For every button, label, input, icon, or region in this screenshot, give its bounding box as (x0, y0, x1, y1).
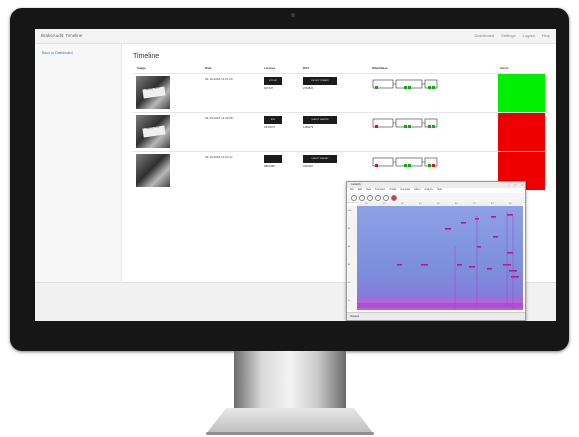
alert-label: Brakes Invalid (500, 115, 517, 118)
freq-label: 6k (348, 246, 351, 248)
license-text: DJT447 (264, 87, 274, 90)
status-bar: Stopped. (347, 312, 525, 320)
nav-logout[interactable]: Logout (523, 33, 535, 38)
status-text: Stopped. (350, 315, 360, 318)
table-row[interactable]: BRAKE AUDIT 04-10-2018 11:21:26 DJT 447 … (133, 73, 547, 112)
col-license: License (264, 66, 276, 70)
page-title: Timeline (133, 53, 160, 60)
freq-label: 4k (348, 264, 351, 266)
low-band-core (357, 303, 523, 308)
alert-label: Brakes Invalid (500, 154, 517, 157)
wheelbase-diagram (372, 118, 438, 128)
col-dot: DOT (303, 66, 310, 70)
col-image: Image (137, 66, 146, 70)
nav-help[interactable]: Help (542, 33, 550, 38)
spectrogram-plot[interactable] (357, 206, 523, 310)
ruler-label: 9.0 (509, 202, 512, 205)
truck-sign: BRAKE AUDIT (142, 125, 166, 138)
ruler-label: 7.0 (473, 202, 476, 205)
table-row[interactable]: BRAKE AUDIT 04-10-2018 11:22:58 KZV KZV3… (133, 112, 547, 151)
col-wheelbase: Wheelbase (372, 66, 388, 70)
dot-number-image: USDOT 2040187 (303, 155, 337, 163)
dot-number-image: US DOT 2740822 (303, 77, 337, 85)
row-date: 04-10-2018 11:24:47 (205, 155, 233, 159)
back-to-dashboard-link[interactable]: Back to Dashboard (42, 51, 73, 55)
dot-number-image: USDOT 1482279 (303, 116, 337, 124)
truck-image[interactable]: BRAKE AUDIT (136, 115, 170, 148)
top-navbar: BrakeAudit: Timeline Dashboard Settings … (35, 29, 556, 44)
record-icon[interactable] (391, 195, 397, 201)
ruler-label: 8.0 (491, 202, 494, 205)
maximize-icon[interactable]: □ (514, 183, 516, 187)
spectrogram-window[interactable]: Audacity – □ × File Edit View Transport … (346, 181, 526, 321)
close-icon[interactable]: × (521, 183, 523, 187)
camera-icon (291, 13, 295, 17)
monitor-base-edge (206, 432, 374, 435)
ruler-label: 6.0 (455, 202, 458, 205)
dot-text: 1482279 (303, 126, 314, 129)
license-plate-image (264, 155, 282, 163)
freq-label: 1k (348, 300, 351, 302)
ruler-label: 3.0 (401, 202, 404, 205)
monitor-stand-neck (234, 351, 346, 411)
license-text: RBL6258 (264, 165, 275, 168)
skip-end-icon[interactable] (383, 195, 389, 201)
license-text: KZV3072 (264, 126, 275, 129)
nav-dashboard[interactable]: Dashboard (475, 33, 495, 38)
pause-icon[interactable] (351, 195, 357, 201)
wheelbase-diagram (372, 157, 438, 167)
minimize-icon[interactable]: – (508, 183, 510, 187)
truck-image[interactable] (136, 154, 170, 187)
wheelbase-diagram (372, 79, 438, 89)
row-date: 04-10-2018 11:22:58 (205, 116, 233, 120)
license-plate-image: KZV (264, 116, 282, 124)
nav-links: Dashboard Settings Logout Help (475, 33, 551, 38)
monitor-screen: BrakeAudit: Timeline Dashboard Settings … (35, 29, 556, 321)
freq-label: 8k (348, 228, 351, 230)
freq-label: 2k (348, 282, 351, 284)
truck-sign: BRAKE AUDIT (142, 86, 166, 99)
alert-label (498, 74, 545, 78)
col-date: Date (205, 66, 212, 70)
table-header: Image Date License DOT Wheelbase Alerts (133, 66, 547, 72)
ruler-label: 2.0 (383, 202, 386, 205)
play-icon[interactable] (359, 195, 365, 201)
ruler-label: 4.0 (419, 202, 422, 205)
nav-settings[interactable]: Settings (501, 33, 515, 38)
alert-status (498, 74, 545, 112)
col-alerts: Alerts (500, 66, 509, 70)
monitor-stand-base (206, 408, 374, 434)
dot-text: 2040187 (303, 165, 314, 168)
stop-icon[interactable] (367, 195, 373, 201)
truck-image[interactable]: BRAKE AUDIT (136, 76, 170, 109)
ruler-label: 5.0 (437, 202, 440, 205)
brand-title[interactable]: BrakeAudit: Timeline (41, 33, 82, 38)
spectrogram-background (357, 206, 523, 310)
alert-status: Brakes Invalid (498, 113, 545, 151)
frequency-axis: 10k 8k 6k 4k 2k 1k (347, 206, 357, 310)
freq-label: 10k (348, 210, 352, 212)
window-title: Audacity (351, 183, 361, 186)
row-date: 04-10-2018 11:21:26 (205, 77, 233, 81)
license-plate-image: DJT 447 (264, 77, 282, 85)
sidebar: Back to Dashboard (35, 44, 122, 282)
skip-start-icon[interactable] (375, 195, 381, 201)
dot-text: 2740822 (303, 87, 314, 90)
ruler-label: 1.0 (365, 202, 368, 205)
